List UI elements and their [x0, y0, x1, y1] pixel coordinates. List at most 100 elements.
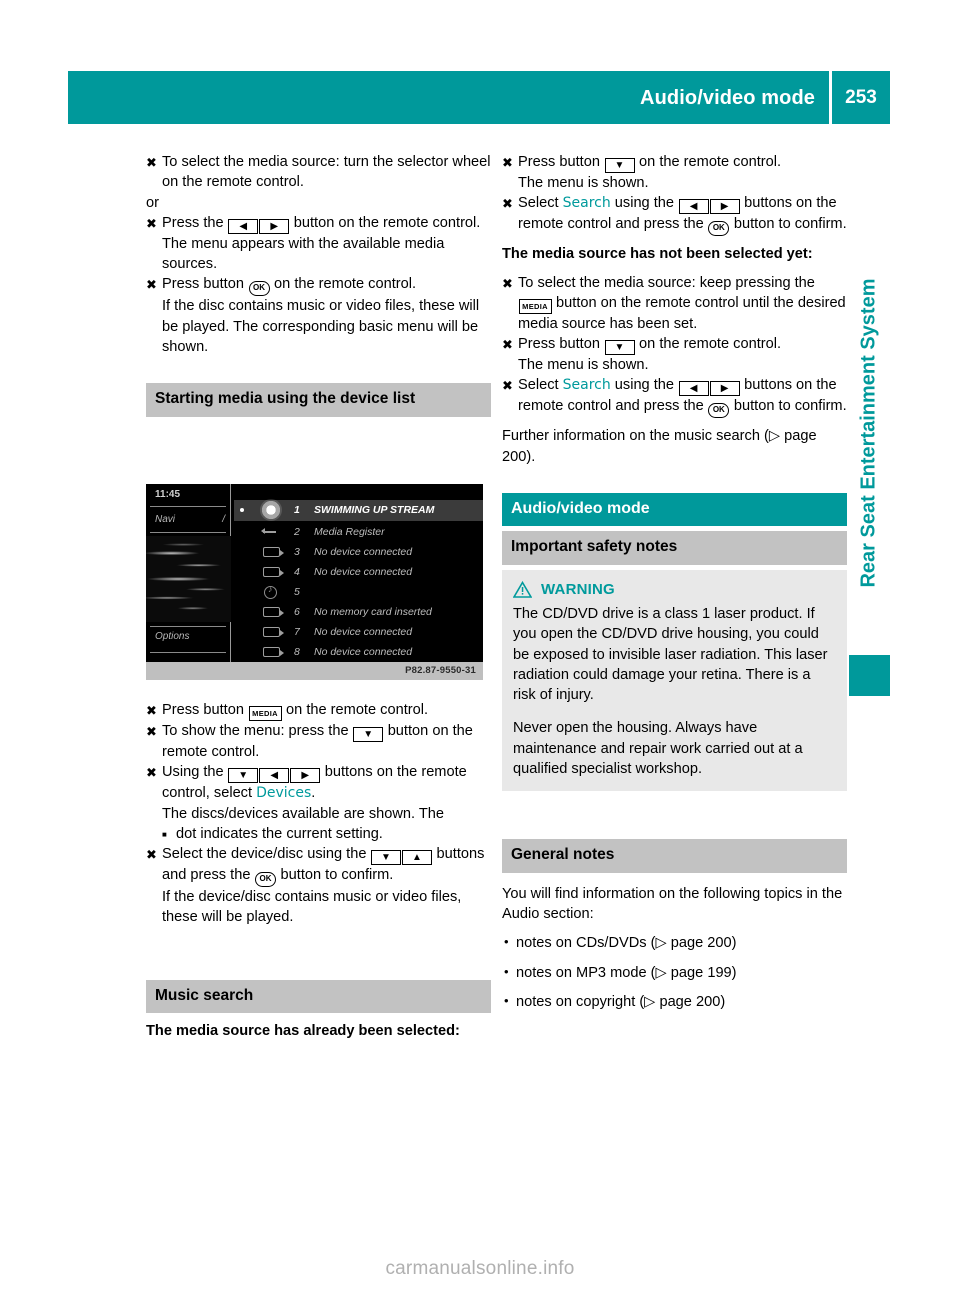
right-arrow-key-icon: ▶ — [709, 381, 740, 397]
step-text-part-3: . — [311, 785, 316, 802]
step-text-part-1: To select the media source: keep pressin… — [518, 274, 815, 291]
down-arrow-key-icon: ▼ — [353, 727, 384, 742]
figure-row-label: No memory card inserted — [314, 606, 432, 618]
heading-general-notes: General notes — [502, 839, 847, 873]
step-show-menu: ✖ To show the menu: press the ▼ button o… — [146, 721, 491, 762]
warning-paragraph-2: Never open the housing. Always have main… — [513, 720, 803, 778]
figure-clock: 11:45 — [155, 489, 181, 500]
page-header: Audio/video mode 253 — [68, 71, 890, 124]
step-text-part-2: button on the remote control. — [289, 214, 481, 231]
step-marker-icon: ✖ — [146, 847, 157, 863]
step-press-down-button: ✖ Press button ▼ on the remote control. — [502, 152, 847, 173]
step-text-part-1: Select — [518, 377, 563, 394]
step-text-part-2: on the remote control. — [282, 702, 429, 718]
left-column-lower: ✖ Press button MEDIA on the remote contr… — [146, 700, 491, 1041]
figure-list-row: 8 No device connected — [234, 642, 483, 663]
figure-options-label: Options — [155, 631, 190, 642]
warning-label: WARNING — [541, 580, 615, 598]
list-item: notes on CDs/DVDs (▷ page 200) — [502, 932, 847, 953]
figure-row-number: 8 — [294, 646, 300, 658]
subheading-media-source-not-selected: The media source has not been selected y… — [502, 246, 813, 263]
step-text-part-2: on the remote control. — [635, 154, 782, 170]
step-text-part-3: button to confirm. — [276, 867, 394, 884]
list-item: notes on copyright (▷ page 200) — [502, 991, 847, 1012]
figure-caption-bar: P82.87-9550-31 — [146, 662, 483, 680]
ok-key-icon: OK — [708, 221, 730, 237]
down-arrow-key-icon: ▼ — [604, 158, 635, 173]
down-arrow-key-icon: ▼ — [604, 340, 635, 356]
section-side-tab-label: Rear Seat Entertainment System — [857, 278, 880, 588]
menu-item-devices[interactable]: Devices — [256, 785, 311, 801]
ok-key-icon: OK — [248, 281, 270, 297]
heading-starting-media: Starting media using the device list — [146, 383, 491, 417]
step-marker-icon: ✖ — [146, 155, 157, 170]
step-select-media-source: ✖ To select the media source: turn the s… — [146, 152, 491, 193]
side-tab-marker — [849, 655, 890, 696]
step-text-part-4: button to confirm. — [729, 216, 847, 233]
right-column: ✖ Press button ▼ on the remote control. … — [502, 152, 847, 1012]
figure-row-number: 5 — [294, 586, 300, 598]
further-info-text: Further information on the music search … — [502, 428, 817, 465]
page-number-box: 253 — [832, 71, 890, 124]
step-text-part-1: Select the device/disc using the — [162, 846, 371, 863]
figure-row-label: No device connected — [314, 626, 413, 638]
step-text-part-1: Press button — [162, 276, 248, 293]
card-icon — [263, 547, 284, 557]
figure-row-number: 3 — [294, 546, 300, 558]
right-arrow-key-icon: ▶ — [709, 199, 740, 215]
figure-navi-label: Navi — [155, 514, 176, 525]
figure-row-number: 1 — [294, 504, 300, 516]
card-icon — [263, 567, 284, 577]
disc-icon — [260, 499, 282, 521]
media-key-icon: MEDIA — [248, 706, 282, 721]
step-text-part-2: button on the remote control until the d… — [518, 294, 846, 332]
step-press-lr-button: ✖ Press the ◀ ▶ button on the remote cont… — [146, 213, 491, 234]
page-number: 253 — [845, 86, 877, 108]
step-result-devices-shown: The discs/devices available are shown. T… — [162, 805, 445, 822]
step-select-search-2: ✖ Select Search using the ◀ ▶ buttons on … — [502, 375, 847, 419]
left-arrow-key-icon: ◀ — [678, 381, 709, 397]
step-marker-icon: ✖ — [502, 337, 513, 353]
aux-audio-icon — [264, 584, 277, 599]
figure-row-label: No device connected — [314, 546, 413, 558]
figure-left-panel: 11:45 Navi / Options — [146, 484, 231, 662]
warning-header: WARNING — [513, 580, 836, 600]
figure-caption-code: P82.87-9550-31 — [405, 665, 476, 676]
figure-list-row: 2 Media Register — [234, 522, 483, 543]
general-notes-list: notes on CDs/DVDs (▷ page 200) notes on … — [502, 932, 847, 1012]
media-key-icon: MEDIA — [518, 298, 552, 314]
down-arrow-key-icon: ▼ — [371, 850, 401, 866]
header-title-bar: Audio/video mode — [68, 71, 829, 124]
step-text: To select the media source: turn the sel… — [162, 154, 491, 191]
figure-row-label: No device connected — [314, 646, 413, 658]
right-arrow-key-icon: ▶ — [259, 218, 290, 234]
watermark: carmanualsonline.info — [385, 1258, 575, 1279]
up-arrow-key-icon: ▲ — [402, 850, 432, 866]
step-result-disc-contents: If the disc contains music or video file… — [162, 298, 480, 356]
step-text-part-2: using the — [610, 195, 679, 212]
figure-device-list: 1 SWIMMING UP STREAM 2 Media Register 3 … — [234, 484, 483, 662]
left-arrow-key-icon: ◀ — [259, 768, 290, 784]
heading-important-safety-notes: Important safety notes — [502, 531, 847, 565]
figure-list-row: 6 No memory card inserted — [234, 602, 483, 623]
step-keep-pressing-media: ✖ To select the media source: keep press… — [502, 273, 847, 335]
step-marker-icon: ✖ — [502, 196, 513, 212]
step-result-menu-appears: The menu appears with the available medi… — [162, 235, 445, 273]
page-title: Audio/video mode — [640, 86, 815, 109]
step-text-part-4: button to confirm. — [729, 398, 847, 415]
step-result-device-contents: If the device/disc contains music or vid… — [162, 889, 462, 926]
warning-paragraph-1: The CD/DVD drive is a class 1 laser prod… — [513, 605, 828, 704]
menu-item-search[interactable]: Search — [563, 195, 611, 211]
step-text-part-2: on the remote control. — [635, 336, 782, 353]
figure-list-row: 1 SWIMMING UP STREAM — [234, 499, 483, 521]
manual-page: Audio/video mode 253 Rear Seat Entertain… — [0, 0, 960, 1302]
or-connector: or — [146, 194, 159, 211]
figure-row-number: 6 — [294, 606, 300, 618]
left-arrow-key-icon: ◀ — [678, 199, 709, 215]
section-side-tab: Rear Seat Entertainment System — [848, 268, 888, 598]
step-text-part-1: Press button — [518, 154, 604, 170]
menu-item-search[interactable]: Search — [563, 377, 611, 393]
ok-key-icon: OK — [255, 872, 276, 888]
step-text-part-1: Using the — [162, 764, 228, 781]
step-press-ok-button: ✖ Press button OK on the remote control. — [146, 274, 491, 297]
